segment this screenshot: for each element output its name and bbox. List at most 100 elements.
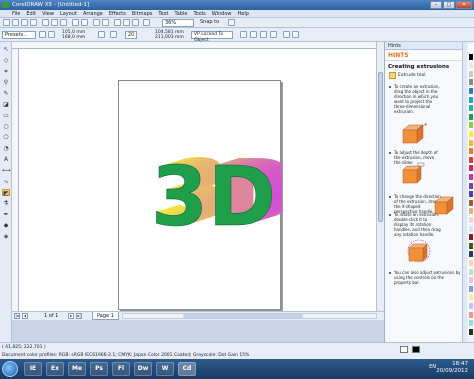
color-swatch[interactable]: [468, 52, 474, 61]
color-swatch[interactable]: [468, 267, 474, 276]
color-swatch[interactable]: [468, 173, 474, 181]
coreldraw-app-icon[interactable]: [2, 2, 9, 8]
color-profile-info[interactable]: Document color profiles: RGB: sRGB IEC61…: [2, 353, 249, 358]
import-icon[interactable]: [93, 19, 100, 26]
menu-help[interactable]: Help: [237, 11, 254, 17]
save-icon[interactable]: [21, 19, 28, 26]
color-swatch[interactable]: [468, 310, 474, 319]
outline-indicator-icon[interactable]: [412, 346, 420, 353]
freehand-tool-icon[interactable]: ✎: [2, 90, 10, 97]
vanishing-point-y-field[interactable]: 211,003 mm: [155, 35, 184, 40]
copy-icon[interactable]: [51, 19, 58, 26]
horizontal-scrollbar[interactable]: [122, 313, 377, 319]
options-icon[interactable]: [228, 19, 235, 26]
redo-icon[interactable]: [81, 19, 88, 26]
color-swatch[interactable]: [468, 327, 474, 336]
page-tab[interactable]: Page 1: [92, 312, 119, 320]
eyedropper-tool-icon[interactable]: ⚗: [2, 200, 10, 207]
smart-fill-tool-icon[interactable]: ◪: [2, 101, 10, 108]
close-button[interactable]: ✕: [456, 1, 472, 9]
shape-tool-icon[interactable]: ◇: [2, 57, 10, 64]
open-icon[interactable]: [12, 19, 19, 26]
clear-extrusion-icon[interactable]: [292, 31, 299, 38]
color-swatch[interactable]: [468, 190, 474, 199]
color-swatch[interactable]: [468, 164, 474, 173]
language-indicator[interactable]: EN: [429, 364, 436, 370]
polygon-tool-icon[interactable]: ⬠: [2, 134, 10, 141]
color-swatch[interactable]: [468, 147, 474, 156]
menu-bitmaps[interactable]: Bitmaps: [132, 11, 159, 17]
menu-window[interactable]: Window: [212, 11, 238, 17]
export-icon[interactable]: [102, 19, 109, 26]
vanishing-point-properties-select[interactable]: VP Locked To Object: [191, 31, 233, 43]
system-clock[interactable]: 18:47 20/09/2012: [436, 361, 468, 375]
add-preset-icon[interactable]: [39, 31, 46, 38]
taskbar-app-1[interactable]: IE: [24, 362, 42, 376]
color-swatch[interactable]: [468, 216, 474, 224]
menu-arrange[interactable]: Arrange: [83, 11, 109, 17]
extrusion-lighting-icon[interactable]: [270, 31, 277, 38]
new-document-icon[interactable]: [3, 19, 10, 26]
rectangle-tool-icon[interactable]: ▭: [2, 112, 10, 119]
taskbar-app-6[interactable]: Dw: [134, 362, 152, 376]
corel-connect-icon[interactable]: [132, 19, 139, 26]
start-button[interactable]: [2, 361, 18, 377]
horizontal-scroll-thumb[interactable]: [183, 314, 303, 318]
color-swatch[interactable]: [468, 181, 474, 190]
application-launcher-icon[interactable]: [114, 19, 121, 26]
next-page-button[interactable]: ▸: [68, 313, 74, 319]
color-swatch[interactable]: [468, 95, 474, 104]
paste-icon[interactable]: [60, 19, 67, 26]
zoom-level-select[interactable]: 36%: [162, 19, 194, 27]
color-swatch[interactable]: [468, 138, 474, 147]
undo-icon[interactable]: [72, 19, 79, 26]
first-page-button[interactable]: |◂: [14, 313, 20, 319]
horizontal-ruler[interactable]: [12, 42, 376, 49]
depth-field[interactable]: 20: [125, 31, 137, 39]
last-page-button[interactable]: ▸|: [76, 313, 82, 319]
color-swatch[interactable]: [468, 130, 474, 138]
menu-effects[interactable]: Effects: [109, 11, 132, 17]
document-page[interactable]: 3D 3D 3D 3D 3D 3D 3D 3D 3D 3D 3D 3D 3D 3D 3D: [118, 80, 282, 311]
color-swatch[interactable]: [468, 207, 474, 216]
pick-tool-icon[interactable]: ↖: [2, 46, 10, 53]
extrude-tool-icon[interactable]: ◩: [2, 189, 10, 197]
print-icon[interactable]: [30, 19, 37, 26]
taskbar-app-5[interactable]: Fl: [112, 362, 130, 376]
extrusion-type-icon[interactable]: [98, 31, 105, 38]
vertical-ruler[interactable]: [12, 49, 19, 311]
menu-layout[interactable]: Layout: [60, 11, 83, 17]
menu-table[interactable]: Table: [175, 11, 194, 17]
menu-file[interactable]: File: [12, 11, 26, 17]
vertical-scrollbar[interactable]: [376, 42, 384, 311]
fill-indicator-icon[interactable]: [400, 346, 408, 353]
dimension-tool-icon[interactable]: ⟷: [2, 167, 11, 174]
color-swatch[interactable]: [468, 276, 474, 285]
menu-view[interactable]: View: [42, 11, 60, 17]
snap-to-dropdown[interactable]: Snap to: [198, 19, 224, 27]
extruded-3d-text[interactable]: 3D3D3D3D3D3D3D3D3D3D3D3D3D3D 3D: [119, 81, 282, 311]
delete-preset-icon[interactable]: [48, 31, 55, 38]
ellipse-tool-icon[interactable]: ○: [2, 123, 10, 130]
extrude-rotation-icon[interactable]: [240, 31, 247, 38]
maximize-button[interactable]: □: [443, 1, 455, 9]
color-swatch[interactable]: [468, 69, 474, 78]
basic-shapes-tool-icon[interactable]: ◔: [2, 145, 10, 152]
color-swatch[interactable]: [468, 61, 474, 70]
color-swatch[interactable]: [468, 121, 474, 130]
preset-list[interactable]: Presets...: [2, 31, 36, 39]
full-screen-preview-icon[interactable]: [143, 19, 150, 26]
color-swatch[interactable]: [468, 104, 474, 113]
color-swatch[interactable]: [468, 302, 474, 310]
color-swatch[interactable]: [468, 319, 474, 328]
previous-page-button[interactable]: ◂: [22, 313, 28, 319]
color-swatch[interactable]: [468, 155, 474, 164]
taskbar-app-4[interactable]: Ps: [90, 362, 108, 376]
object-y-field[interactable]: 168,0 mm: [62, 35, 85, 40]
minimize-button[interactable]: –: [430, 1, 442, 9]
interactive-fill-tool-icon[interactable]: ◈: [2, 233, 10, 240]
connector-tool-icon[interactable]: ⤷: [2, 178, 10, 185]
color-swatch[interactable]: [468, 241, 474, 250]
taskbar-app-2[interactable]: Ex: [46, 362, 64, 376]
taskbar-app-7[interactable]: W: [156, 362, 174, 376]
